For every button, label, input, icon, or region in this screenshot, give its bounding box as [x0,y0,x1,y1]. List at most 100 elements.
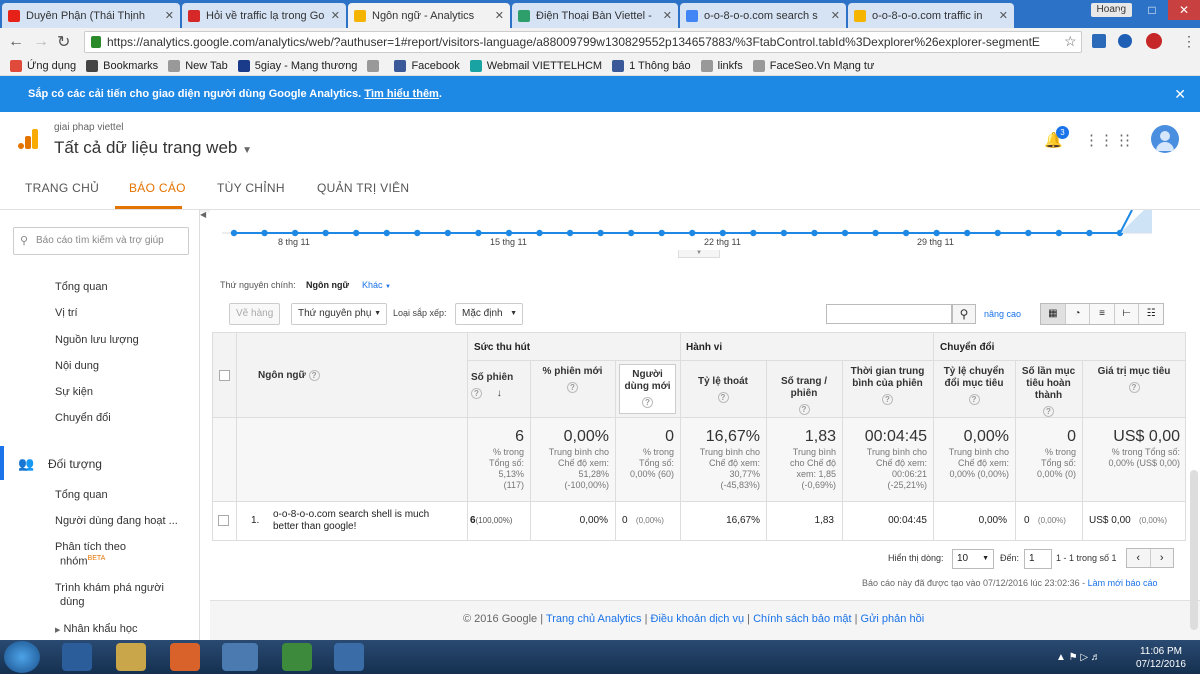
search-input[interactable]: ⚲ Báo cáo tìm kiếm và trợ giúp [13,227,189,255]
sort-desc-icon[interactable]: ↓ [497,388,502,399]
star-icon[interactable]: ☆ [1064,33,1077,50]
reload-icon[interactable]: ↻ [57,32,70,52]
help-icon[interactable]: ? [471,388,482,399]
adblock-icon[interactable] [1146,33,1162,49]
row-checkbox[interactable] [218,515,229,526]
rows-per-page-select[interactable]: 10 ▼ [952,549,994,569]
bookmark-item[interactable] [367,59,384,72]
sidebar-item-audience-overview[interactable]: Tổng quan [55,489,108,501]
explorer-icon[interactable] [116,643,146,671]
comparison-view-icon[interactable]: ⊢ [1115,304,1140,324]
ie-icon[interactable] [62,643,92,671]
help-icon[interactable]: ? [308,370,320,381]
chart-resize-handle[interactable]: ▼ [678,250,720,258]
browser-tab[interactable]: Điện Thoại Bàn Viettel - ✕ [512,3,678,28]
tab-reports[interactable]: BÁO CÁO [129,181,186,195]
help-icon[interactable]: ? [968,394,980,405]
coccoc-icon[interactable] [282,643,312,671]
browser-tab[interactable]: Duyên Phận (Thái Thịnh ✕ [2,3,180,28]
footer-link-feedback[interactable]: Gửi phản hồi [861,613,925,625]
close-tab-icon[interactable]: ✕ [165,9,174,22]
sort-type-select[interactable]: Mặc định ▼ [455,303,523,325]
dimension-header[interactable]: Ngôn ngữ ? [258,370,320,381]
minimize-icon[interactable]: – [1104,0,1136,20]
column-header[interactable]: Người dùng mới? [619,364,676,414]
firefox-icon[interactable] [170,643,200,671]
help-icon[interactable]: ? [1043,406,1054,417]
sidebar-item-cohort-2[interactable]: nhómBETA [60,555,105,568]
close-icon[interactable]: ✕ [1174,76,1186,112]
extension-icon[interactable] [1118,34,1132,48]
column-header[interactable]: Thời gian trung bình của phiên? [846,366,929,406]
learn-more-link[interactable]: Tìm hiểu thêm [364,88,439,100]
extension-icon[interactable] [1092,34,1106,48]
pivot-view-icon[interactable]: ☷ [1139,304,1163,324]
menu-icon[interactable]: ⋮ [1182,33,1196,50]
sidebar-item-overview[interactable]: Tổng quan [55,281,108,293]
plot-rows-button[interactable]: Vẽ hàng [229,303,281,325]
browser-tab[interactable]: o-o-8-o-o.com traffic in ✕ [848,3,1014,28]
sidebar-item-events[interactable]: Sự kiện [55,386,93,398]
sidebar-item-active-users[interactable]: Người dùng đang hoạt ... [55,515,178,527]
column-header[interactable]: Số trang / phiên? [770,376,838,416]
close-tab-icon[interactable]: ✕ [663,9,672,22]
dimension-other[interactable]: Khác ▼ [362,280,391,290]
bookmark-item[interactable]: Bookmarks [86,59,158,72]
close-window-icon[interactable]: ✕ [1168,0,1200,20]
dimension-language[interactable]: Ngôn ngữ [306,280,349,290]
avatar[interactable] [1151,125,1179,153]
column-header[interactable]: Giá trị mục tiêu? [1086,366,1182,394]
help-icon[interactable]: ? [882,394,893,405]
sidebar-item-conversions[interactable]: Chuyển đổi [55,412,111,424]
tab-home[interactable]: TRANG CHỦ [25,181,99,195]
help-icon[interactable]: ? [642,397,653,408]
sidebar-section-audience[interactable]: Đối tượng [48,457,102,471]
taskbar-clock[interactable]: 11:06 PM 07/12/2016 [1136,645,1186,671]
sidebar-item-traffic[interactable]: Nguồn lưu lượng [55,334,139,346]
footer-link-home[interactable]: Trang chủ Analytics [546,613,642,625]
help-icon[interactable]: ? [567,382,578,393]
table-filter-input[interactable] [826,304,952,324]
bookmark-item[interactable]: Webmail VIETTELHCM [469,59,602,72]
browser-tab[interactable]: Hỏi về traffic lạ trong Go ✕ [182,3,346,28]
bookmark-item[interactable]: FaceSeo.Vn Mạng tư [752,59,874,72]
refresh-report-link[interactable]: Làm mới báo cáo [1088,578,1158,588]
footer-link-privacy[interactable]: Chính sách bảo mật [753,613,851,625]
collapse-sidebar-icon[interactable]: ◀ [200,210,210,230]
back-icon[interactable]: ← [8,33,24,51]
address-bar[interactable]: https://analytics.google.com/analytics/w… [84,31,1082,53]
search-icon[interactable]: ⚲ [952,304,976,324]
start-button[interactable] [4,641,40,673]
table-view-icon[interactable]: ▦ [1041,304,1066,324]
sidebar-item-location[interactable]: Vị trí [55,307,78,319]
performance-view-icon[interactable]: ≡ [1090,304,1115,324]
close-tab-icon[interactable]: ✕ [495,9,504,22]
close-tab-icon[interactable]: ✕ [831,9,840,22]
bookmark-item[interactable]: 1 Thông báo [612,59,691,72]
column-header[interactable]: Tỷ lệ chuyển đổi mục tiêu? [937,366,1011,406]
tab-admin[interactable]: QUẢN TRỊ VIÊN [317,181,409,195]
browser-tab[interactable]: Ngôn ngữ - Analytics ✕ [348,3,510,28]
bookmark-item[interactable]: Ứng dụng [10,59,76,72]
close-tab-icon[interactable]: ✕ [999,9,1008,22]
tab-customization[interactable]: TÙY CHỈNH [217,181,285,195]
sidebar-item-cohort[interactable]: Phân tích theo [55,541,126,553]
advanced-link[interactable]: nâng cao [984,309,1021,319]
bookmark-item[interactable]: Facebook [394,59,460,72]
bookmark-item[interactable]: New Tab [168,59,228,72]
prev-page-icon[interactable]: ‹ [1127,549,1151,567]
maximize-icon[interactable]: □ [1136,0,1168,20]
column-header[interactable]: Tỷ lệ thoát? [684,376,762,404]
column-header[interactable]: Số phiên? ↓ [471,372,527,400]
goto-input[interactable]: 1 [1024,549,1052,569]
secondary-dimension-select[interactable]: Thứ nguyên phụ ▼ [291,303,387,325]
help-icon[interactable]: ? [717,392,729,403]
sidebar-item-content[interactable]: Nội dung [55,360,99,372]
browser-tab[interactable]: o-o-8-o-o.com search s ✕ [680,3,846,28]
thunderbird-icon[interactable] [334,643,364,671]
pie-view-icon[interactable]: ◔ [1066,304,1091,324]
sidebar-item-user-explorer[interactable]: Trình khám phá người [55,582,164,594]
column-header[interactable]: Số lần mục tiêu hoàn thành? [1019,366,1078,418]
tray-icons[interactable]: ▲ ⚑ ▷ ♬ [1056,652,1116,664]
sidebar-item-demographics[interactable]: ▶ Nhân khẩu học [55,623,137,635]
